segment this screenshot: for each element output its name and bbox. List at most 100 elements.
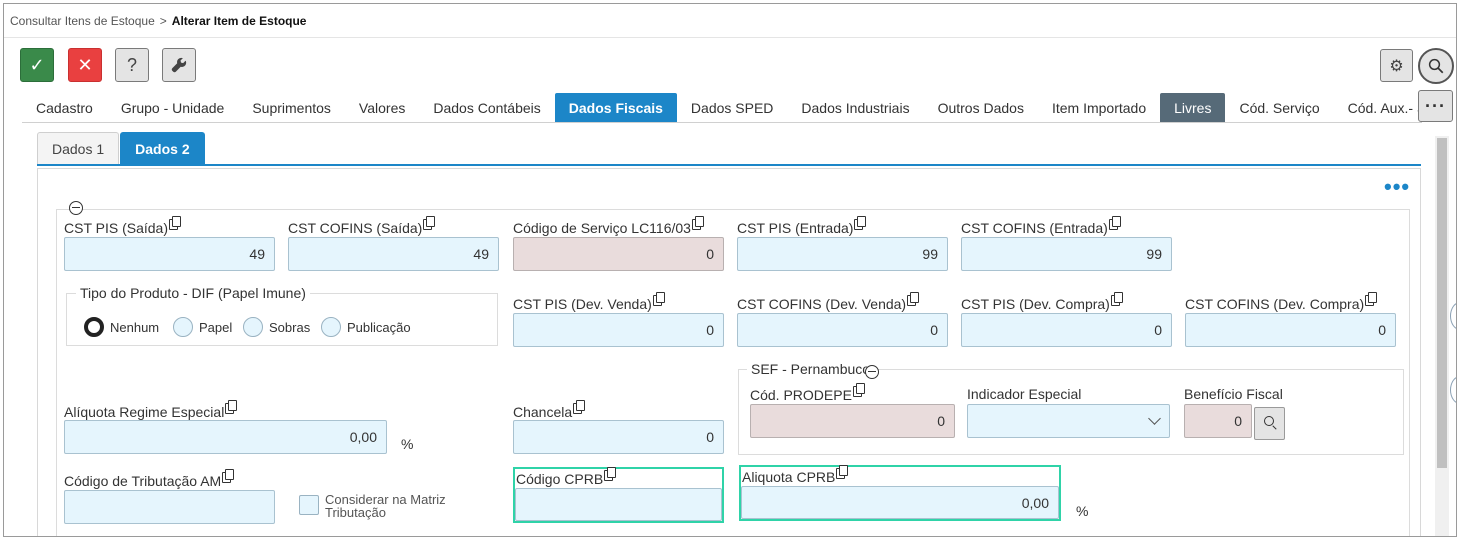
copy-icon[interactable] [573, 400, 586, 414]
aliquota-regime-field[interactable]: 0,00 [64, 420, 387, 454]
ellipsis-icon: ··· [1425, 95, 1446, 116]
side-handle-icon[interactable] [1450, 302, 1456, 330]
cst-pis-saida-field[interactable]: 49 [64, 237, 275, 271]
cst-pis-entrada-label: CST PIS (Entrada) [737, 216, 867, 236]
copy-icon[interactable] [836, 465, 849, 479]
search-icon [1264, 416, 1274, 426]
considerar-matriz-label: Considerar na Matriz Tributação [325, 492, 446, 520]
search-button[interactable] [1418, 48, 1454, 84]
radio-selected-icon[interactable] [84, 317, 104, 337]
cst-cofins-dev-compra-field[interactable]: 0 [1185, 313, 1396, 347]
copy-icon[interactable] [691, 216, 704, 230]
tab-cadastro[interactable]: Cadastro [22, 93, 107, 123]
help-button[interactable]: ? [115, 48, 149, 82]
cst-cofins-entrada-field[interactable]: 99 [961, 237, 1172, 271]
cancel-button[interactable]: ✕ [68, 48, 102, 82]
header-divider [4, 37, 1456, 38]
close-icon: ✕ [77, 54, 93, 75]
radio-papel[interactable]: Papel [173, 317, 232, 337]
cst-cofins-saida-label: CST COFINS (Saída) [288, 216, 436, 236]
cst-pis-entrada-field[interactable]: 99 [737, 237, 948, 271]
considerar-matriz-checkbox[interactable] [299, 495, 319, 515]
beneficio-fiscal-label: Benefício Fiscal [1184, 386, 1283, 402]
cst-pis-dev-compra-field[interactable]: 0 [961, 313, 1172, 347]
aliquota-regime-unit: % [401, 436, 414, 452]
cst-pis-dev-venda-label: CST PIS (Dev. Venda) [513, 292, 665, 312]
gear-icon: ⚙ [1389, 57, 1404, 75]
radio-nenhum[interactable]: Nenhum [84, 317, 159, 337]
copy-icon[interactable] [1365, 292, 1378, 306]
indicador-especial-select[interactable] [967, 404, 1170, 438]
tab-item-importado[interactable]: Item Importado [1038, 93, 1160, 123]
radio-sobras[interactable]: Sobras [243, 317, 310, 337]
tab-livres[interactable]: Livres [1160, 93, 1226, 123]
breadcrumb-parent[interactable]: Consultar Itens de Estoque [10, 14, 155, 28]
chevron-down-icon [1148, 412, 1161, 425]
tab-cod-servico[interactable]: Cód. Serviço [1225, 93, 1333, 123]
vertical-scrollbar[interactable] [1435, 136, 1449, 536]
codigo-servico-field[interactable]: 0 [513, 237, 724, 271]
tab-suprimentos[interactable]: Suprimentos [238, 93, 345, 123]
check-icon: ✓ [29, 54, 45, 75]
tab-dados-sped[interactable]: Dados SPED [677, 93, 787, 123]
sef-collapse-icon[interactable] [865, 365, 879, 379]
collapse-icon[interactable] [69, 201, 83, 215]
cst-cofins-entrada-label: CST COFINS (Entrada) [961, 216, 1121, 236]
aliquota-cprb-unit: % [1076, 503, 1089, 519]
chancela-label: Chancela [513, 400, 586, 420]
side-handle-icon[interactable] [1450, 376, 1456, 404]
copy-icon[interactable] [169, 216, 182, 230]
aliquota-cprb-field[interactable]: 0,00 [741, 486, 1059, 519]
beneficio-fiscal-search-button[interactable] [1254, 407, 1285, 440]
cst-cofins-dev-venda-field[interactable]: 0 [737, 313, 948, 347]
radio-icon[interactable] [321, 317, 341, 337]
cst-pis-dev-venda-field[interactable]: 0 [513, 313, 724, 347]
panel-options-icon[interactable]: ••• [1384, 176, 1410, 198]
tipo-produto-legend: Tipo do Produto - DIF (Papel Imune) [76, 285, 310, 301]
tools-button[interactable] [162, 48, 196, 82]
codigo-tributacao-am-label: Código de Tributação AM [64, 469, 235, 489]
settings-button[interactable]: ⚙ [1380, 49, 1413, 82]
codigo-cprb-label: Código CPRB [516, 467, 617, 487]
tab-dados-2[interactable]: Dados 2 [120, 132, 205, 164]
aliquota-cprb-label: Aliquota CPRB [742, 465, 849, 485]
chancela-field[interactable]: 0 [513, 420, 724, 454]
tab-dados-1[interactable]: Dados 1 [37, 132, 120, 164]
cst-pis-dev-compra-label: CST PIS (Dev. Compra) [961, 292, 1123, 312]
codigo-tributacao-am-field[interactable] [64, 490, 275, 524]
beneficio-fiscal-field[interactable]: 0 [1184, 404, 1252, 438]
codigo-cprb-field[interactable] [515, 488, 722, 521]
scrollbar-thumb[interactable] [1437, 138, 1447, 468]
cod-prodepe-field[interactable]: 0 [750, 404, 955, 438]
app-window: Consultar Itens de Estoque > Alterar Item … [3, 3, 1457, 537]
cst-pis-saida-label: CST PIS (Saída) [64, 216, 182, 236]
sub-tabs: Dados 1 Dados 2 [37, 132, 206, 164]
radio-icon[interactable] [243, 317, 263, 337]
copy-icon[interactable] [854, 216, 867, 230]
copy-icon[interactable] [652, 292, 665, 306]
copy-icon[interactable] [604, 467, 617, 481]
copy-icon[interactable] [423, 216, 436, 230]
tab-dados-contabeis[interactable]: Dados Contábeis [419, 93, 554, 123]
breadcrumb-current: Alterar Item de Estoque [171, 14, 307, 28]
cst-cofins-saida-field[interactable]: 49 [288, 237, 499, 271]
tab-dados-fiscais[interactable]: Dados Fiscais [554, 93, 677, 123]
sef-pernambuco-legend: SEF - Pernambuco [747, 361, 875, 377]
copy-icon[interactable] [1110, 292, 1123, 306]
copy-icon[interactable] [907, 292, 920, 306]
more-tabs-button[interactable]: ··· [1418, 90, 1453, 122]
confirm-button[interactable]: ✓ [20, 48, 54, 82]
tab-dados-industriais[interactable]: Dados Industriais [787, 93, 923, 123]
copy-icon[interactable] [1108, 216, 1121, 230]
tab-valores[interactable]: Valores [345, 93, 419, 123]
copy-icon[interactable] [225, 400, 238, 414]
radio-publicacao[interactable]: Publicação [321, 317, 411, 337]
copy-icon[interactable] [852, 383, 865, 397]
copy-icon[interactable] [222, 469, 235, 483]
cst-cofins-dev-venda-label: CST COFINS (Dev. Venda) [737, 292, 920, 312]
wrench-icon [171, 57, 187, 73]
aliquota-regime-label: Alíquota Regime Especial [64, 400, 238, 420]
tab-grupo-unidade[interactable]: Grupo - Unidade [107, 93, 239, 123]
tab-outros-dados[interactable]: Outros Dados [924, 93, 1038, 123]
radio-icon[interactable] [173, 317, 193, 337]
